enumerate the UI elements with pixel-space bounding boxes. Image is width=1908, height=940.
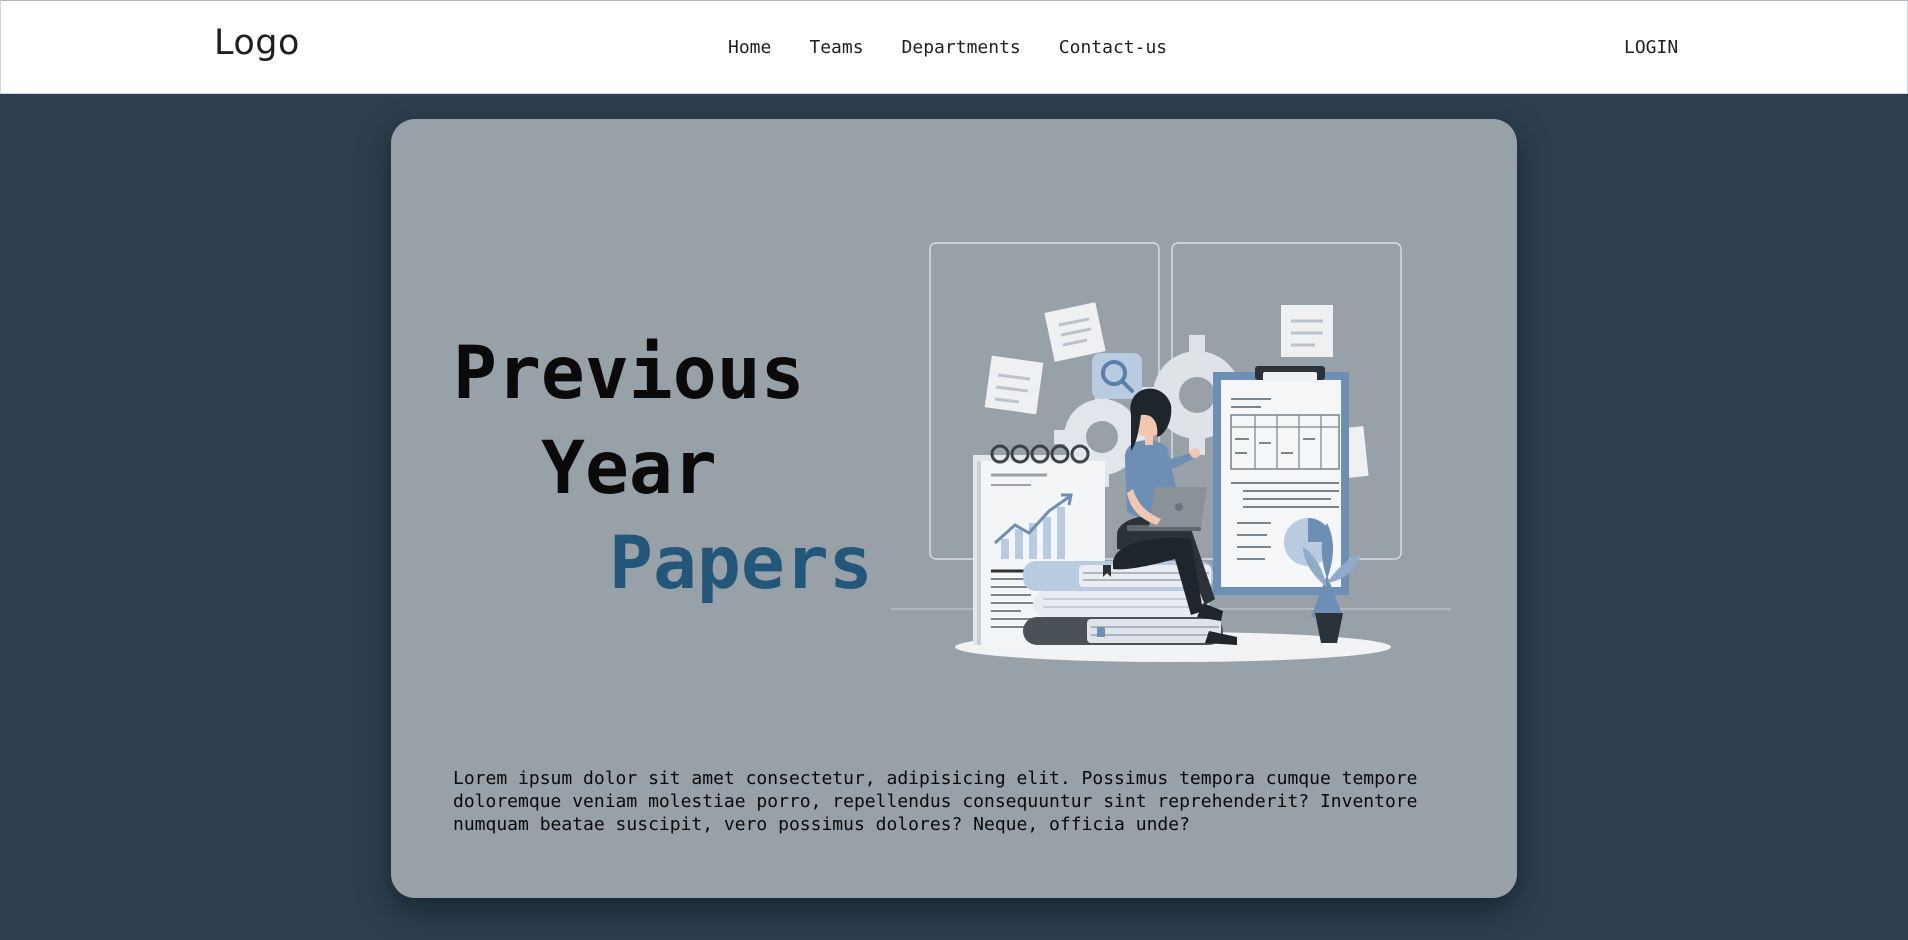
hero-title: Previous Year Papers <box>453 326 873 611</box>
sticky-note-icon <box>1281 305 1333 357</box>
hero-description: Lorem ipsum dolor sit amet consectetur, … <box>453 768 1418 835</box>
nav-link-home[interactable]: Home <box>728 37 771 58</box>
sticky-note-icon <box>984 355 1044 415</box>
sticky-note-icon <box>1044 302 1106 362</box>
nav-links: Home Teams Departments Contact-us <box>728 37 1205 58</box>
hero-illustration <box>891 242 1451 662</box>
logo[interactable]: Logo <box>214 23 300 63</box>
nav-link-teams[interactable]: Teams <box>809 37 863 58</box>
login-button[interactable]: LOGIN <box>1624 37 1678 58</box>
hero-title-line-3: Papers <box>609 521 873 606</box>
top-navbar: Logo Home Teams Departments Contact-us L… <box>0 0 1908 94</box>
nav-link-contact-us[interactable]: Contact-us <box>1059 37 1167 58</box>
hero-title-line-2: Year <box>541 426 717 511</box>
nav-link-departments[interactable]: Departments <box>902 37 1021 58</box>
search-icon <box>1092 353 1142 399</box>
hero-card: Previous Year Papers Lorem ipsum dolor s… <box>391 119 1517 898</box>
hero-title-line-1: Previous <box>453 331 805 416</box>
